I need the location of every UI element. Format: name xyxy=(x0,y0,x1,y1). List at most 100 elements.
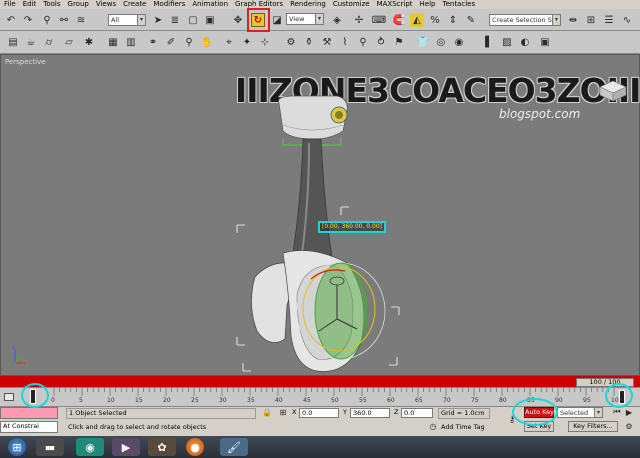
keyboard-shortcut-toggle-icon[interactable]: ⌨ xyxy=(372,13,386,27)
spinner-snap-icon[interactable]: ⇕ xyxy=(446,13,460,27)
menu-rendering[interactable]: Rendering xyxy=(290,0,326,9)
select-link-icon[interactable]: ⚲ xyxy=(40,13,54,27)
spring-icon[interactable]: ⌇ xyxy=(338,35,352,49)
menu-maxscript[interactable]: MAXScript xyxy=(377,0,413,9)
named-selection-set-select[interactable]: Create Selection Se ▾ xyxy=(489,14,561,26)
viewport-label[interactable]: Perspective xyxy=(5,58,46,66)
plane-icon[interactable]: ▱ xyxy=(62,35,76,49)
edit-named-selection-icon[interactable]: ✎ xyxy=(464,13,478,27)
helper-icon[interactable]: ⊹ xyxy=(258,35,272,49)
lock-icon[interactable]: 🔒 xyxy=(262,407,272,417)
window-crossing-icon[interactable]: ▣ xyxy=(203,13,217,27)
render-icon[interactable]: ◐ xyxy=(518,35,532,49)
z-coordinate-input[interactable]: 0.0 xyxy=(401,408,433,418)
x-label: X xyxy=(292,408,297,416)
preview-icon[interactable]: ◉ xyxy=(452,35,466,49)
shirt-icon[interactable]: 👕 xyxy=(416,35,430,49)
menu-help[interactable]: Help xyxy=(420,0,436,9)
teapot-icon[interactable]: ☕ xyxy=(24,35,38,49)
menu-tools[interactable]: Tools xyxy=(43,0,60,9)
tick-label: 70 xyxy=(443,397,451,404)
pivot-center-icon[interactable]: ◈ xyxy=(330,13,344,27)
absolute-mode-icon[interactable]: ⊞ xyxy=(278,407,288,417)
graphics-app-icon[interactable]: ✿ xyxy=(148,438,176,456)
zoom-icon[interactable]: ⚲ xyxy=(182,35,196,49)
paint-app-icon[interactable]: 🖌 xyxy=(220,438,248,456)
key-filters-button[interactable]: Key Filters... xyxy=(568,421,618,432)
wrench-icon[interactable]: ⚒ xyxy=(320,35,334,49)
maxscript-mini-listener[interactable]: At Constrai xyxy=(0,421,58,433)
file-explorer-icon[interactable]: ▬ xyxy=(36,438,64,456)
rope-icon[interactable]: ⥁ xyxy=(374,35,388,49)
material-icon[interactable]: ◎ xyxy=(434,35,448,49)
select-by-name-icon[interactable]: ≣ xyxy=(168,13,182,27)
link-icon[interactable]: ⚭ xyxy=(146,35,160,49)
light-icon[interactable]: ✦ xyxy=(240,35,254,49)
angle-snap-icon[interactable]: ◭ xyxy=(410,13,424,27)
select-move-icon[interactable]: ✥ xyxy=(231,13,245,27)
watermark-url: blogspot.com xyxy=(499,107,581,121)
hinge-icon[interactable]: ⚲ xyxy=(356,35,370,49)
percent-snap-icon[interactable]: % xyxy=(428,13,442,27)
menu-animation[interactable]: Animation xyxy=(192,0,228,9)
x-coordinate-input[interactable]: 0.0 xyxy=(299,408,339,418)
select-object-icon[interactable]: ➤ xyxy=(151,13,165,27)
key-mode-select[interactable]: Selected ▾ xyxy=(557,407,603,418)
tick-label: 95 xyxy=(583,397,591,404)
menu-customize[interactable]: Customize xyxy=(333,0,370,9)
3dsmax-icon[interactable]: ◉ xyxy=(76,438,104,456)
paint-icon[interactable]: ✐ xyxy=(164,35,178,49)
snapshot-icon[interactable]: ▦ xyxy=(106,35,120,49)
timeline-toggle-icon[interactable] xyxy=(4,393,14,401)
schematic-icon[interactable]: ▐ xyxy=(478,35,492,49)
menu-edit[interactable]: Edit xyxy=(23,0,37,9)
menu-file[interactable]: File xyxy=(4,0,16,9)
rectangular-selection-icon[interactable]: ▢ xyxy=(186,13,200,27)
start-button-icon[interactable]: ⊞ xyxy=(8,438,26,456)
reference-coordinate-select[interactable]: View ▾ xyxy=(286,13,324,25)
go-to-start-icon[interactable]: ⏮ xyxy=(612,407,622,417)
play-icon[interactable]: ▶ xyxy=(624,407,634,417)
reactor-icon[interactable]: ⚙ xyxy=(284,35,298,49)
menu-modifiers[interactable]: Modifiers xyxy=(153,0,185,9)
menu-group[interactable]: Group xyxy=(68,0,89,9)
prompt-line: Click and drag to select and rotate obje… xyxy=(68,423,207,431)
redo-icon[interactable]: ↷ xyxy=(21,13,35,27)
piston-rod-model[interactable] xyxy=(221,95,421,375)
quick-render-icon[interactable]: ▣ xyxy=(538,35,552,49)
cloth-icon[interactable]: ⚑ xyxy=(392,35,406,49)
unlink-icon[interactable]: ⚯ xyxy=(57,13,71,27)
create-box-icon[interactable]: ▤ xyxy=(6,35,20,49)
camera-icon[interactable]: ⌖ xyxy=(222,35,236,49)
bind-space-warp-icon[interactable]: ≋ xyxy=(74,13,88,27)
bottle-icon[interactable]: ⚱ xyxy=(302,35,316,49)
time-slider-track[interactable] xyxy=(0,376,640,387)
bones-icon[interactable]: ✱ xyxy=(82,35,96,49)
pan-icon[interactable]: ✋ xyxy=(200,35,214,49)
layer-manager-icon[interactable]: ☰ xyxy=(602,13,616,27)
view-cube[interactable] xyxy=(598,79,628,103)
menu-create[interactable]: Create xyxy=(123,0,146,9)
undo-icon[interactable]: ↶ xyxy=(4,13,18,27)
align-icon[interactable]: ⊞ xyxy=(584,13,598,27)
tick-label: 20 xyxy=(163,397,171,404)
snaps-toggle-icon[interactable]: 🧲 xyxy=(392,13,406,27)
media-player-icon[interactable]: ▶ xyxy=(112,438,140,456)
curve-editor-icon[interactable]: ∿ xyxy=(620,13,634,27)
render-setup-icon[interactable]: ▨ xyxy=(500,35,514,49)
firefox-icon[interactable]: ● xyxy=(186,438,204,456)
array-icon[interactable]: ▥ xyxy=(124,35,138,49)
mirror-icon[interactable]: ⇹ xyxy=(566,13,580,27)
select-scale-icon[interactable]: ◪ xyxy=(270,13,284,27)
select-manipulate-icon[interactable]: ✢ xyxy=(352,13,366,27)
selection-filter-value: All xyxy=(111,16,120,24)
menu-views[interactable]: Views xyxy=(96,0,116,9)
selection-filter-select[interactable]: All ▾ xyxy=(108,14,146,26)
add-time-tag[interactable]: Add Time Tag xyxy=(441,423,485,432)
perspective-viewport[interactable]: Perspective IIIZONE3COACEO3ZOIII blogspo… xyxy=(0,54,640,376)
y-coordinate-input[interactable]: 360.0 xyxy=(350,408,390,418)
menu-tentacles[interactable]: Tentacles xyxy=(442,0,475,9)
cylinder-icon[interactable]: ⌭ xyxy=(42,35,56,49)
maxscript-listener-top[interactable] xyxy=(0,407,58,419)
time-config-icon[interactable]: ⚙ xyxy=(624,421,634,431)
